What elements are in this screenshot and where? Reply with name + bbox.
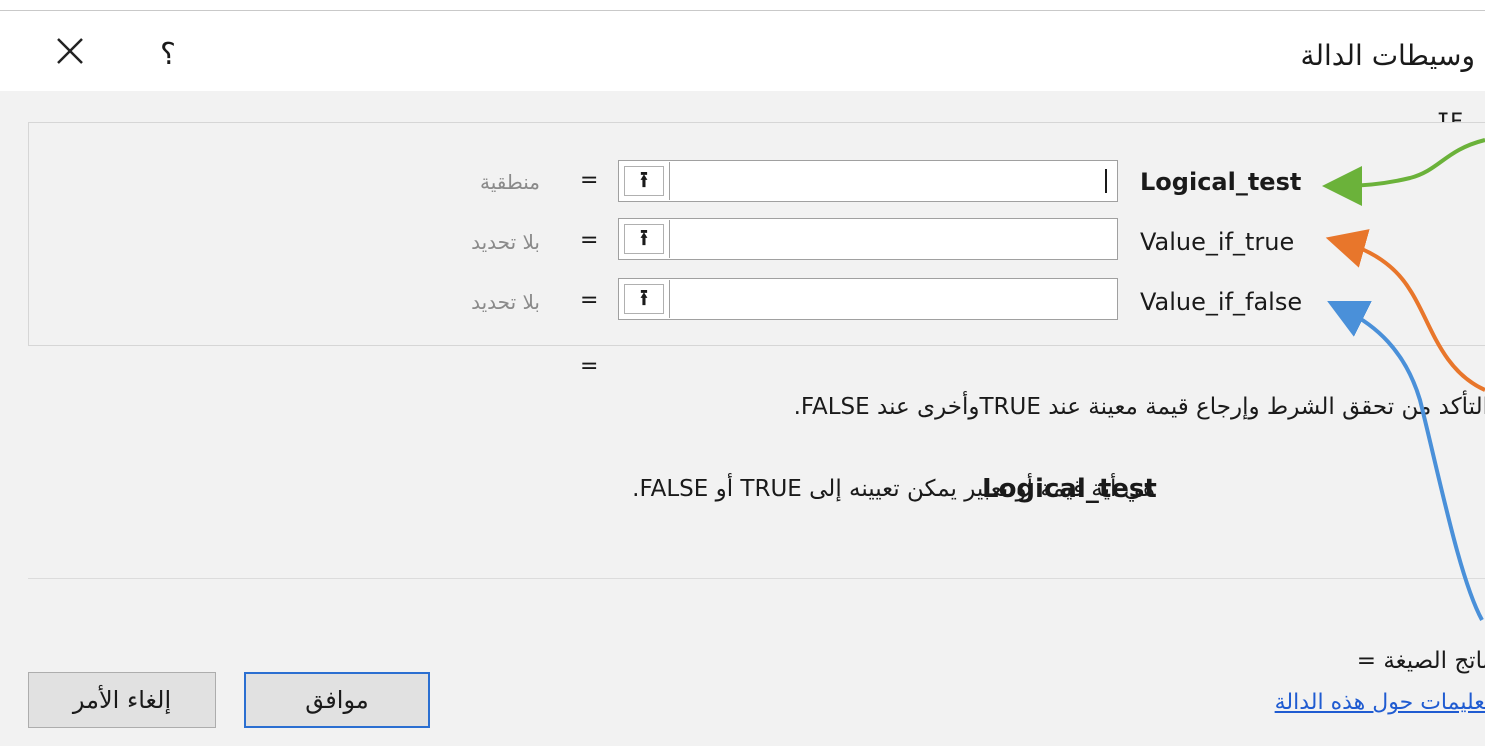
arg-value-logical-test: منطقية: [479, 170, 540, 194]
ref-select-button[interactable]: ⭱: [620, 220, 670, 258]
divider: [28, 578, 1485, 579]
arg-label-logical-test: Logical_test: [1140, 168, 1302, 196]
ok-button[interactable]: موافق: [244, 672, 430, 728]
equals-sign: =: [580, 288, 599, 313]
annotation-arrows: [1322, 138, 1485, 621]
equals-sign: =: [580, 228, 599, 253]
arg-label-value-if-true: Value_if_true: [1140, 228, 1295, 256]
ref-select-button[interactable]: ⭱: [620, 162, 670, 200]
function-arguments-dialog: وسيطات الدالة ؟ IF Logical_test ⭱ = منطق…: [0, 0, 1485, 746]
cancel-button[interactable]: إلغاء الأمر: [28, 672, 216, 728]
value-if-true-input[interactable]: ⭱: [618, 218, 1118, 260]
function-description: التأكد من تحقق الشرط وإرجاع قيمة معينة ع…: [793, 394, 1485, 420]
close-icon: [57, 38, 83, 64]
title-bar: وسيطات الدالة ؟: [0, 11, 1485, 91]
argument-help-text: هي أية قيمة أو تعبير يمكن تعيينه إلى TRU…: [632, 476, 1155, 502]
collapse-dialog-icon: ⭱: [624, 224, 664, 254]
equals-sign: =: [580, 168, 599, 193]
dialog-title: وسيطات الدالة: [1300, 39, 1475, 72]
arg-value-value-if-true: بلا تحديد: [471, 230, 540, 254]
collapse-dialog-icon: ⭱: [624, 284, 664, 314]
function-help-link[interactable]: تعليمات حول هذه الدالة: [1275, 690, 1485, 715]
logical-test-input[interactable]: ⭱: [618, 160, 1118, 202]
arg-label-value-if-false: Value_if_false: [1140, 288, 1303, 316]
help-button[interactable]: ؟: [160, 37, 176, 72]
function-result-equals: =: [580, 354, 599, 379]
value-if-false-input[interactable]: ⭱: [618, 278, 1118, 320]
text-caret: [1105, 169, 1107, 193]
close-button[interactable]: [52, 33, 88, 69]
arg-value-value-if-false: بلا تحديد: [471, 290, 540, 314]
formula-result: ناتج الصيغة =: [1356, 648, 1485, 674]
collapse-dialog-icon: ⭱: [624, 166, 664, 196]
ref-select-button[interactable]: ⭱: [620, 280, 670, 318]
window-top-strip: [0, 0, 1485, 11]
blue-arrow: [1327, 301, 1484, 621]
